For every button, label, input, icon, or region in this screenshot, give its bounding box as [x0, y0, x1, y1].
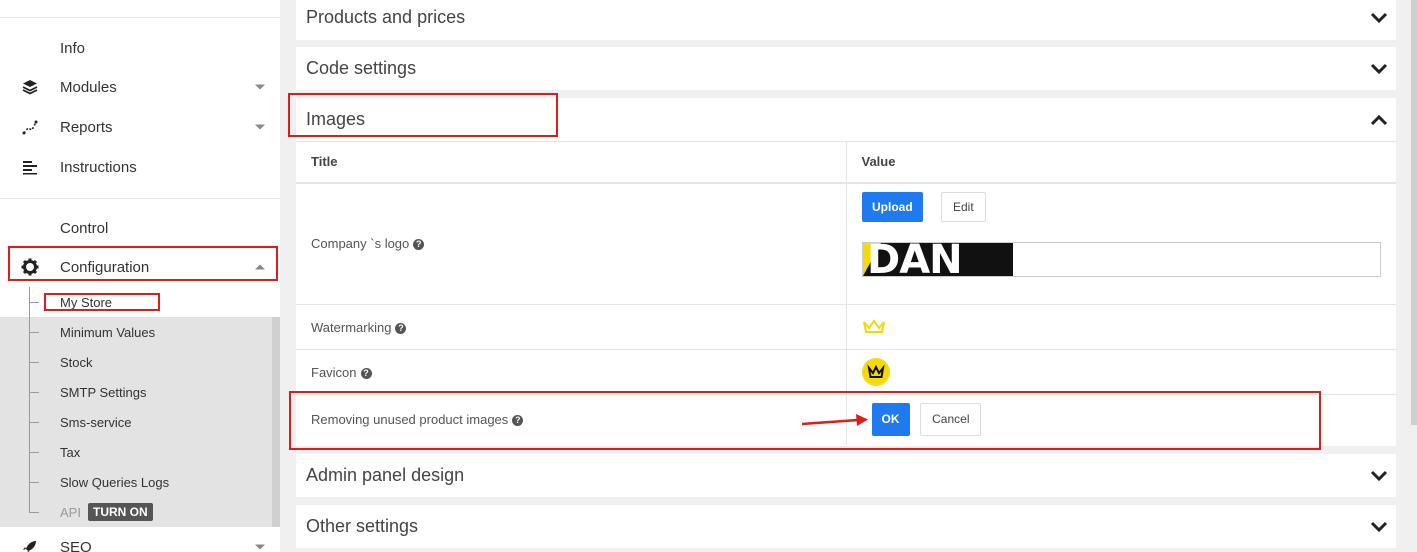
submenu-item-api[interactable]: API TURN ON — [0, 497, 272, 527]
submenu-item-label: Minimum Values — [60, 324, 156, 340]
sidebar-item-instructions[interactable]: Instructions — [0, 147, 280, 187]
arrow-annotation-icon — [801, 414, 868, 426]
submenu-item-minimum-values[interactable]: Minimum Values — [0, 317, 272, 347]
gear-icon — [20, 257, 40, 277]
upload-button[interactable]: Upload — [862, 192, 923, 222]
submenu-item-smtp-settings[interactable]: SMTP Settings — [0, 377, 272, 407]
row-title: Removing unused product images — [311, 412, 509, 428]
chevron-down-icon[interactable] — [1370, 470, 1388, 484]
sidebar-item-seo[interactable]: SEO — [0, 527, 280, 552]
sidebar-item-label: Control — [60, 219, 109, 237]
sidebar-item-label: Modules — [60, 78, 117, 96]
help-icon[interactable]: ? — [395, 322, 407, 334]
section-title: Other settings — [306, 516, 419, 536]
section-images: Images Title Value Company `s logo? Wate… — [296, 98, 1396, 446]
edit-button[interactable]: Edit — [941, 192, 986, 222]
row-title: Watermarking — [311, 319, 392, 335]
sidebar-item-info[interactable]: Info — [0, 28, 280, 68]
chevron-up-icon — [255, 264, 265, 270]
section-title: Admin panel design — [306, 465, 465, 485]
rocket-icon — [20, 537, 40, 552]
chevron-up-icon[interactable] — [1370, 114, 1388, 128]
favicon-crown-icon — [861, 358, 890, 386]
sidebar-item-reports[interactable]: Reports — [0, 107, 280, 147]
table-row: Favicon? — [296, 349, 1396, 395]
help-icon[interactable]: ? — [413, 239, 425, 251]
row-title: Company `s logo — [311, 236, 410, 252]
section-title: Code settings — [306, 58, 417, 78]
sidebar-item-label: SEO — [60, 538, 92, 552]
sidebar-item-control[interactable]: Control — [0, 208, 280, 248]
submenu-item-label: Slow Queries Logs — [60, 474, 170, 490]
section-title: Products and prices — [306, 7, 466, 27]
sidebar-item-configuration[interactable]: Configuration — [0, 247, 280, 287]
logo-text: DAN — [867, 242, 963, 277]
submenu-item-label: Tax — [60, 444, 81, 460]
sidebar-scrollbar[interactable] — [272, 317, 280, 527]
chevron-down-icon[interactable] — [1370, 521, 1388, 535]
sidebar-item-label: Info — [60, 39, 86, 57]
chevron-down-icon — [255, 84, 265, 90]
chevron-down-icon[interactable] — [1370, 12, 1388, 26]
chevron-down-icon[interactable] — [1370, 63, 1388, 77]
layers-icon — [20, 77, 40, 97]
submenu-item-label: API — [60, 504, 81, 520]
images-settings-table: Title Value Company `s logo? Watermarkin… — [296, 141, 1396, 445]
submenu-item-label: Sms-service — [60, 414, 132, 430]
crown-icon — [862, 318, 886, 337]
chevron-down-icon — [255, 544, 265, 550]
turn-on-badge[interactable]: TURN ON — [88, 503, 153, 521]
sidebar-item-label: Instructions — [60, 158, 137, 176]
column-header-title: Title — [296, 141, 847, 184]
cancel-button[interactable]: Cancel — [920, 403, 982, 437]
sidebar: Info Modules Reports Instructions Contro… — [0, 0, 280, 552]
submenu-item-tax[interactable]: Tax — [0, 437, 272, 467]
chart-line-icon — [20, 117, 40, 137]
submenu-item-slow-queries-logs[interactable]: Slow Queries Logs — [0, 467, 272, 497]
section-images-header[interactable]: Images — [296, 98, 1396, 141]
main-scrollbar[interactable] — [1411, 0, 1417, 425]
submenu-item-sms-service[interactable]: Sms-service — [0, 407, 272, 437]
submenu-item-my-store[interactable]: My Store — [0, 287, 272, 317]
submenu-item-label: SMTP Settings — [60, 384, 147, 400]
sidebar-divider — [0, 198, 280, 199]
help-icon[interactable]: ? — [360, 367, 372, 379]
column-header-value: Value — [846, 141, 1396, 184]
help-icon[interactable]: ? — [512, 415, 524, 427]
sidebar-item-modules[interactable]: Modules — [0, 67, 280, 107]
submenu-item-label: My Store — [60, 294, 113, 310]
section-products-prices[interactable]: Products and prices — [296, 0, 1396, 40]
sidebar-item-label: Configuration — [60, 258, 150, 276]
chevron-down-icon — [255, 124, 265, 130]
section-title: Images — [306, 109, 366, 129]
submenu-item-label: Stock — [60, 354, 93, 370]
submenu-item-stock[interactable]: Stock — [0, 347, 272, 377]
sidebar-divider-top — [0, 17, 280, 18]
section-admin-panel-design[interactable]: Admin panel design — [296, 454, 1396, 497]
company-logo-preview: DAN — [862, 242, 1381, 277]
section-code-settings[interactable]: Code settings — [296, 47, 1396, 90]
table-row: Watermarking? — [296, 304, 1396, 350]
section-other-settings[interactable]: Other settings — [296, 505, 1396, 548]
row-title: Favicon — [311, 364, 357, 380]
list-icon — [20, 157, 40, 177]
sidebar-item-label: Reports — [60, 118, 113, 136]
ok-button[interactable]: OK — [871, 403, 910, 437]
